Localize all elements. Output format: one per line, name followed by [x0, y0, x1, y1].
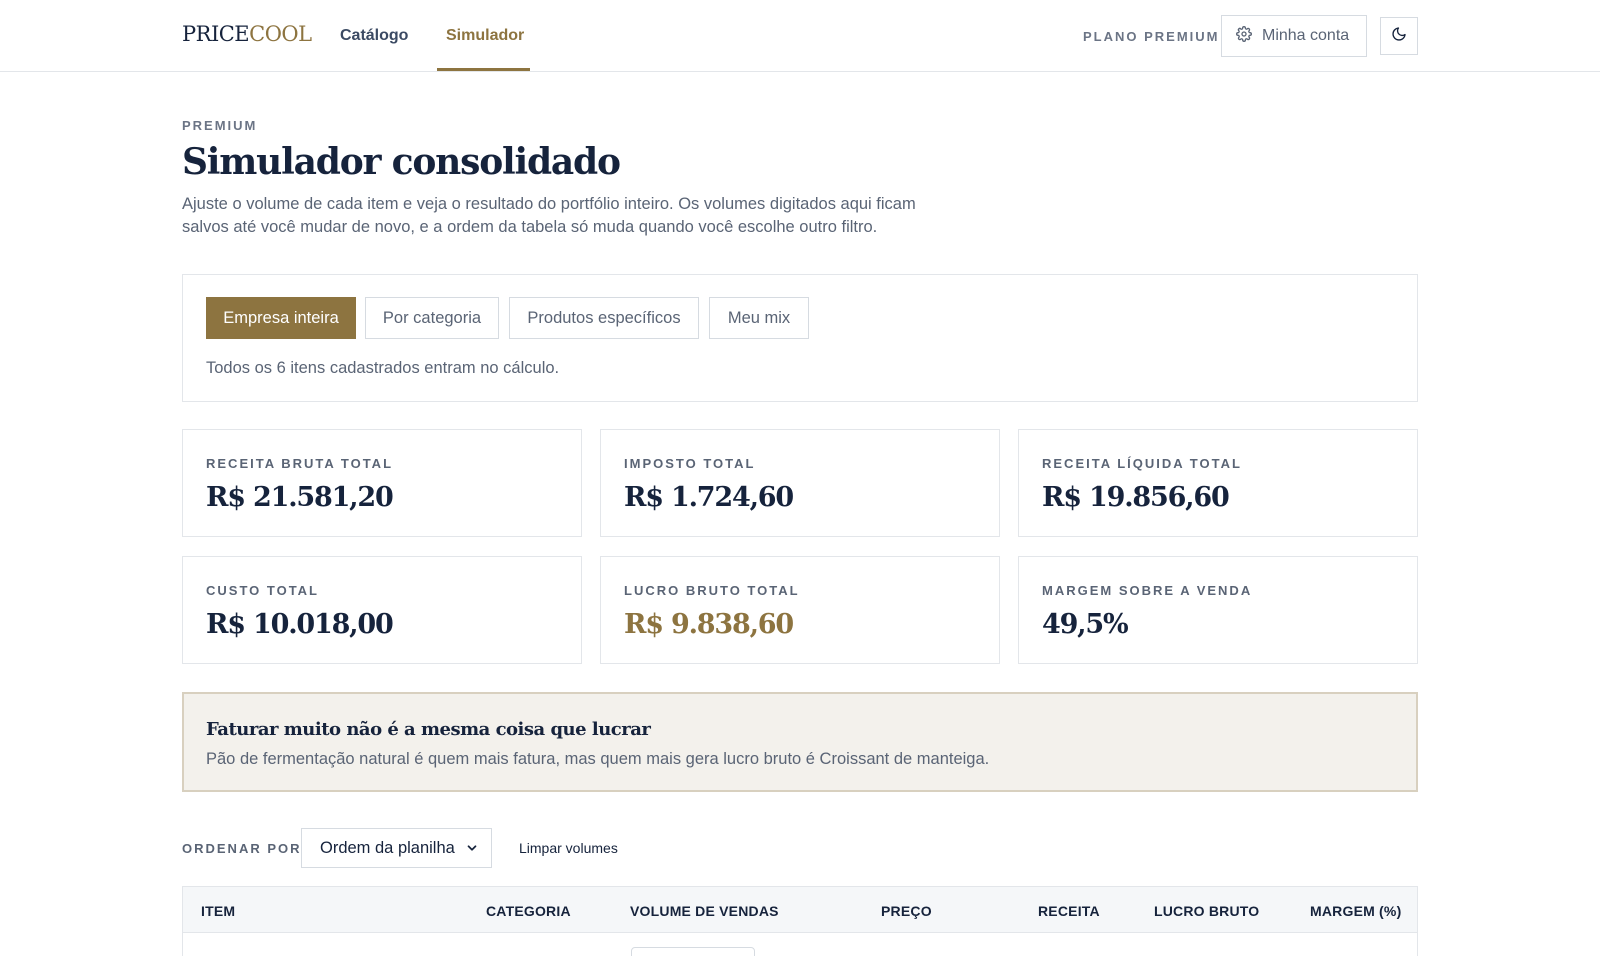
items-table: ITEM CATEGORIA VOLUME DE VENDAS PREÇO RE…	[182, 886, 1418, 956]
filter-note: Todos os 6 itens cadastrados entram no c…	[206, 359, 560, 377]
scope-filter-card: Empresa inteira Por categoria Produtos e…	[182, 274, 1418, 402]
column-header-volume[interactable]: VOLUME DE VENDAS	[630, 903, 779, 919]
metric-label: IMPOSTO TOTAL	[624, 456, 756, 471]
metric-value: 49,5%	[1042, 609, 1129, 640]
nav-active-indicator	[437, 68, 530, 71]
moon-icon	[1391, 26, 1407, 47]
insight-callout: Faturar muito não é a mesma coisa que lu…	[182, 692, 1418, 792]
logo-part-cool: COOL	[249, 22, 312, 46]
table-header: ITEM CATEGORIA VOLUME DE VENDAS PREÇO RE…	[183, 887, 1417, 933]
metric-label: CUSTO TOTAL	[206, 583, 319, 598]
column-header-item[interactable]: ITEM	[201, 903, 235, 919]
top-header: PRICECOOL Catálogo Simulador PLANO PREMI…	[0, 0, 1600, 72]
account-button-label: Minha conta	[1262, 27, 1350, 44]
plan-badge: PLANO PREMIUM	[1083, 29, 1220, 44]
sort-selected-value: Ordem da planilha	[320, 838, 455, 857]
theme-toggle-button[interactable]	[1380, 17, 1418, 55]
nav-simulador[interactable]: Simulador	[446, 27, 524, 45]
metric-label: MARGEM SOBRE A VENDA	[1042, 583, 1253, 598]
metric-label: LUCRO BRUTO TOTAL	[624, 583, 800, 598]
sort-label: ORDENAR POR	[182, 841, 302, 856]
filter-produtos-especificos[interactable]: Produtos específicos	[509, 297, 699, 339]
metric-margem: MARGEM SOBRE A VENDA 49,5%	[1018, 556, 1418, 664]
metric-receita-liquida: RECEITA LÍQUIDA TOTAL R$ 19.856,60	[1018, 429, 1418, 537]
sort-select[interactable]: Ordem da planilha	[301, 828, 492, 868]
filter-empresa-inteira[interactable]: Empresa inteira	[206, 297, 356, 339]
column-header-lucro-bruto[interactable]: LUCRO BRUTO	[1154, 903, 1259, 919]
metric-lucro-bruto: LUCRO BRUTO TOTAL R$ 9.838,60	[600, 556, 1000, 664]
metric-label: RECEITA LÍQUIDA TOTAL	[1042, 456, 1242, 471]
metric-custo: CUSTO TOTAL R$ 10.018,00	[182, 556, 582, 664]
nav-catalogo[interactable]: Catálogo	[340, 27, 408, 45]
filter-por-categoria[interactable]: Por categoria	[365, 297, 499, 339]
metric-receita-bruta: RECEITA BRUTA TOTAL R$ 21.581,20	[182, 429, 582, 537]
metric-value: R$ 19.856,60	[1042, 482, 1230, 513]
column-header-margem[interactable]: MARGEM (%)	[1310, 903, 1401, 919]
page-title: Simulador consolidado	[182, 141, 621, 183]
logo-part-price: PRICE	[182, 22, 250, 46]
page-description: Ajuste o volume de cada item e veja o re…	[182, 195, 916, 236]
metric-value: R$ 10.018,00	[206, 609, 394, 640]
metric-label: RECEITA BRUTA TOTAL	[206, 456, 394, 471]
metric-imposto: IMPOSTO TOTAL R$ 1.724,60	[600, 429, 1000, 537]
account-button[interactable]: Minha conta	[1221, 15, 1367, 57]
filter-meu-mix[interactable]: Meu mix	[709, 297, 809, 339]
insight-text: Pão de fermentação natural é quem mais f…	[206, 750, 990, 768]
gear-icon	[1236, 25, 1252, 47]
page-eyebrow: PREMIUM	[182, 118, 258, 133]
column-header-receita[interactable]: RECEITA	[1038, 903, 1100, 919]
metric-value: R$ 21.581,20	[206, 482, 394, 513]
insight-title: Faturar muito não é a mesma coisa que lu…	[206, 719, 651, 740]
logo[interactable]: PRICECOOL	[182, 22, 312, 46]
metric-value: R$ 1.724,60	[624, 482, 794, 513]
column-header-categoria[interactable]: CATEGORIA	[486, 903, 571, 919]
chevron-down-icon	[465, 841, 479, 860]
volume-input[interactable]	[631, 947, 755, 956]
metric-value: R$ 9.838,60	[624, 609, 794, 640]
column-header-preco[interactable]: PREÇO	[881, 903, 932, 919]
clear-volumes-button[interactable]: Limpar volumes	[519, 840, 618, 856]
